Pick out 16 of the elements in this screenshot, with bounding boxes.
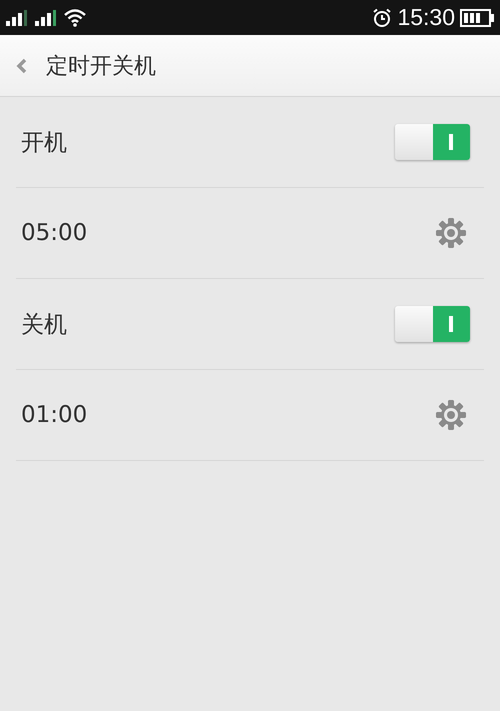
settings-icon[interactable] [435, 399, 467, 431]
toggle-switch[interactable] [395, 306, 470, 342]
time-value: 01:00 [21, 402, 88, 428]
toggle-switch[interactable] [395, 124, 470, 160]
setting-label: 开机 [21, 128, 67, 158]
clock-time: 15:30 [397, 4, 455, 31]
signal-icon [6, 10, 30, 26]
time-value: 05:00 [21, 220, 88, 246]
settings-icon[interactable] [435, 217, 467, 249]
setting-label: 关机 [21, 310, 67, 340]
alarm-icon [372, 8, 392, 28]
page-title: 定时开关机 [46, 52, 156, 80]
battery-icon [460, 8, 494, 26]
wifi-icon [64, 8, 86, 26]
back-icon[interactable] [16, 58, 28, 74]
signal-icon [35, 10, 59, 26]
